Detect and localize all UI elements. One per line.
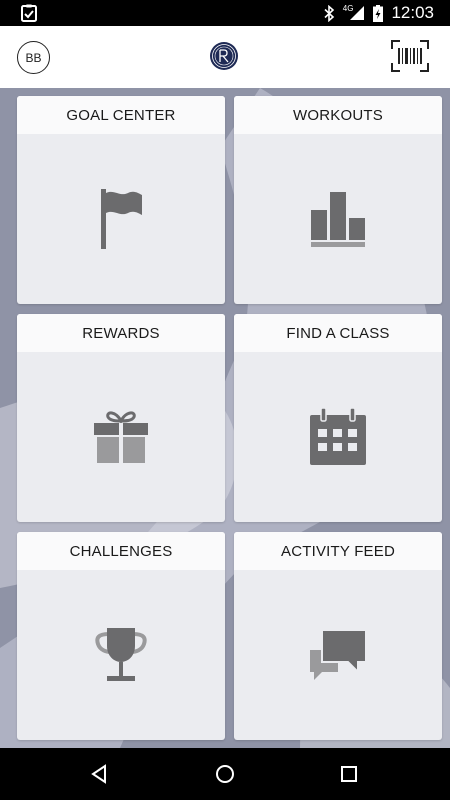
tile-title: CHALLENGES	[17, 532, 225, 570]
system-nav-bar	[0, 748, 450, 800]
tile-challenges[interactable]: CHALLENGES	[17, 532, 225, 740]
battery-icon	[373, 4, 384, 22]
gift-icon	[94, 411, 148, 463]
tile-title: WORKOUTS	[234, 96, 442, 134]
status-time: 12:03	[391, 3, 434, 22]
club-logo-icon	[210, 42, 238, 70]
avatar[interactable]: BB	[17, 41, 50, 74]
tile-goal-center[interactable]: GOAL CENTER	[17, 96, 225, 304]
clipboard-check-icon	[21, 4, 37, 22]
back-icon[interactable]	[88, 762, 112, 786]
avatar-initials: BB	[25, 50, 42, 65]
tile-find-a-class[interactable]: FIND A CLASS	[234, 314, 442, 522]
tile-workouts[interactable]: WORKOUTS	[234, 96, 442, 304]
calendar-icon	[310, 407, 366, 465]
tile-rewards[interactable]: REWARDS	[17, 314, 225, 522]
flag-icon	[101, 189, 142, 249]
tile-activity-feed[interactable]: ACTIVITY FEED	[234, 532, 442, 740]
tile-title: ACTIVITY FEED	[234, 532, 442, 570]
barcode-scan-icon[interactable]	[391, 40, 429, 72]
dashboard-grid: GOAL CENTER WORKOUTS REWARDS FIND A CLAS…	[0, 88, 450, 748]
app-bar: BB	[0, 26, 450, 88]
tile-title: GOAL CENTER	[17, 96, 225, 134]
tile-title: REWARDS	[17, 314, 225, 352]
status-bar: 4G 12:03	[0, 0, 450, 26]
home-icon[interactable]	[213, 762, 237, 786]
tile-title: FIND A CLASS	[234, 314, 442, 352]
network-type-label: 4G	[342, 3, 354, 13]
chat-bubbles-icon	[310, 629, 367, 680]
trophy-icon	[95, 628, 147, 681]
bluetooth-icon	[324, 4, 334, 22]
bar-chart-icon	[311, 192, 365, 247]
recents-icon[interactable]	[337, 762, 361, 786]
